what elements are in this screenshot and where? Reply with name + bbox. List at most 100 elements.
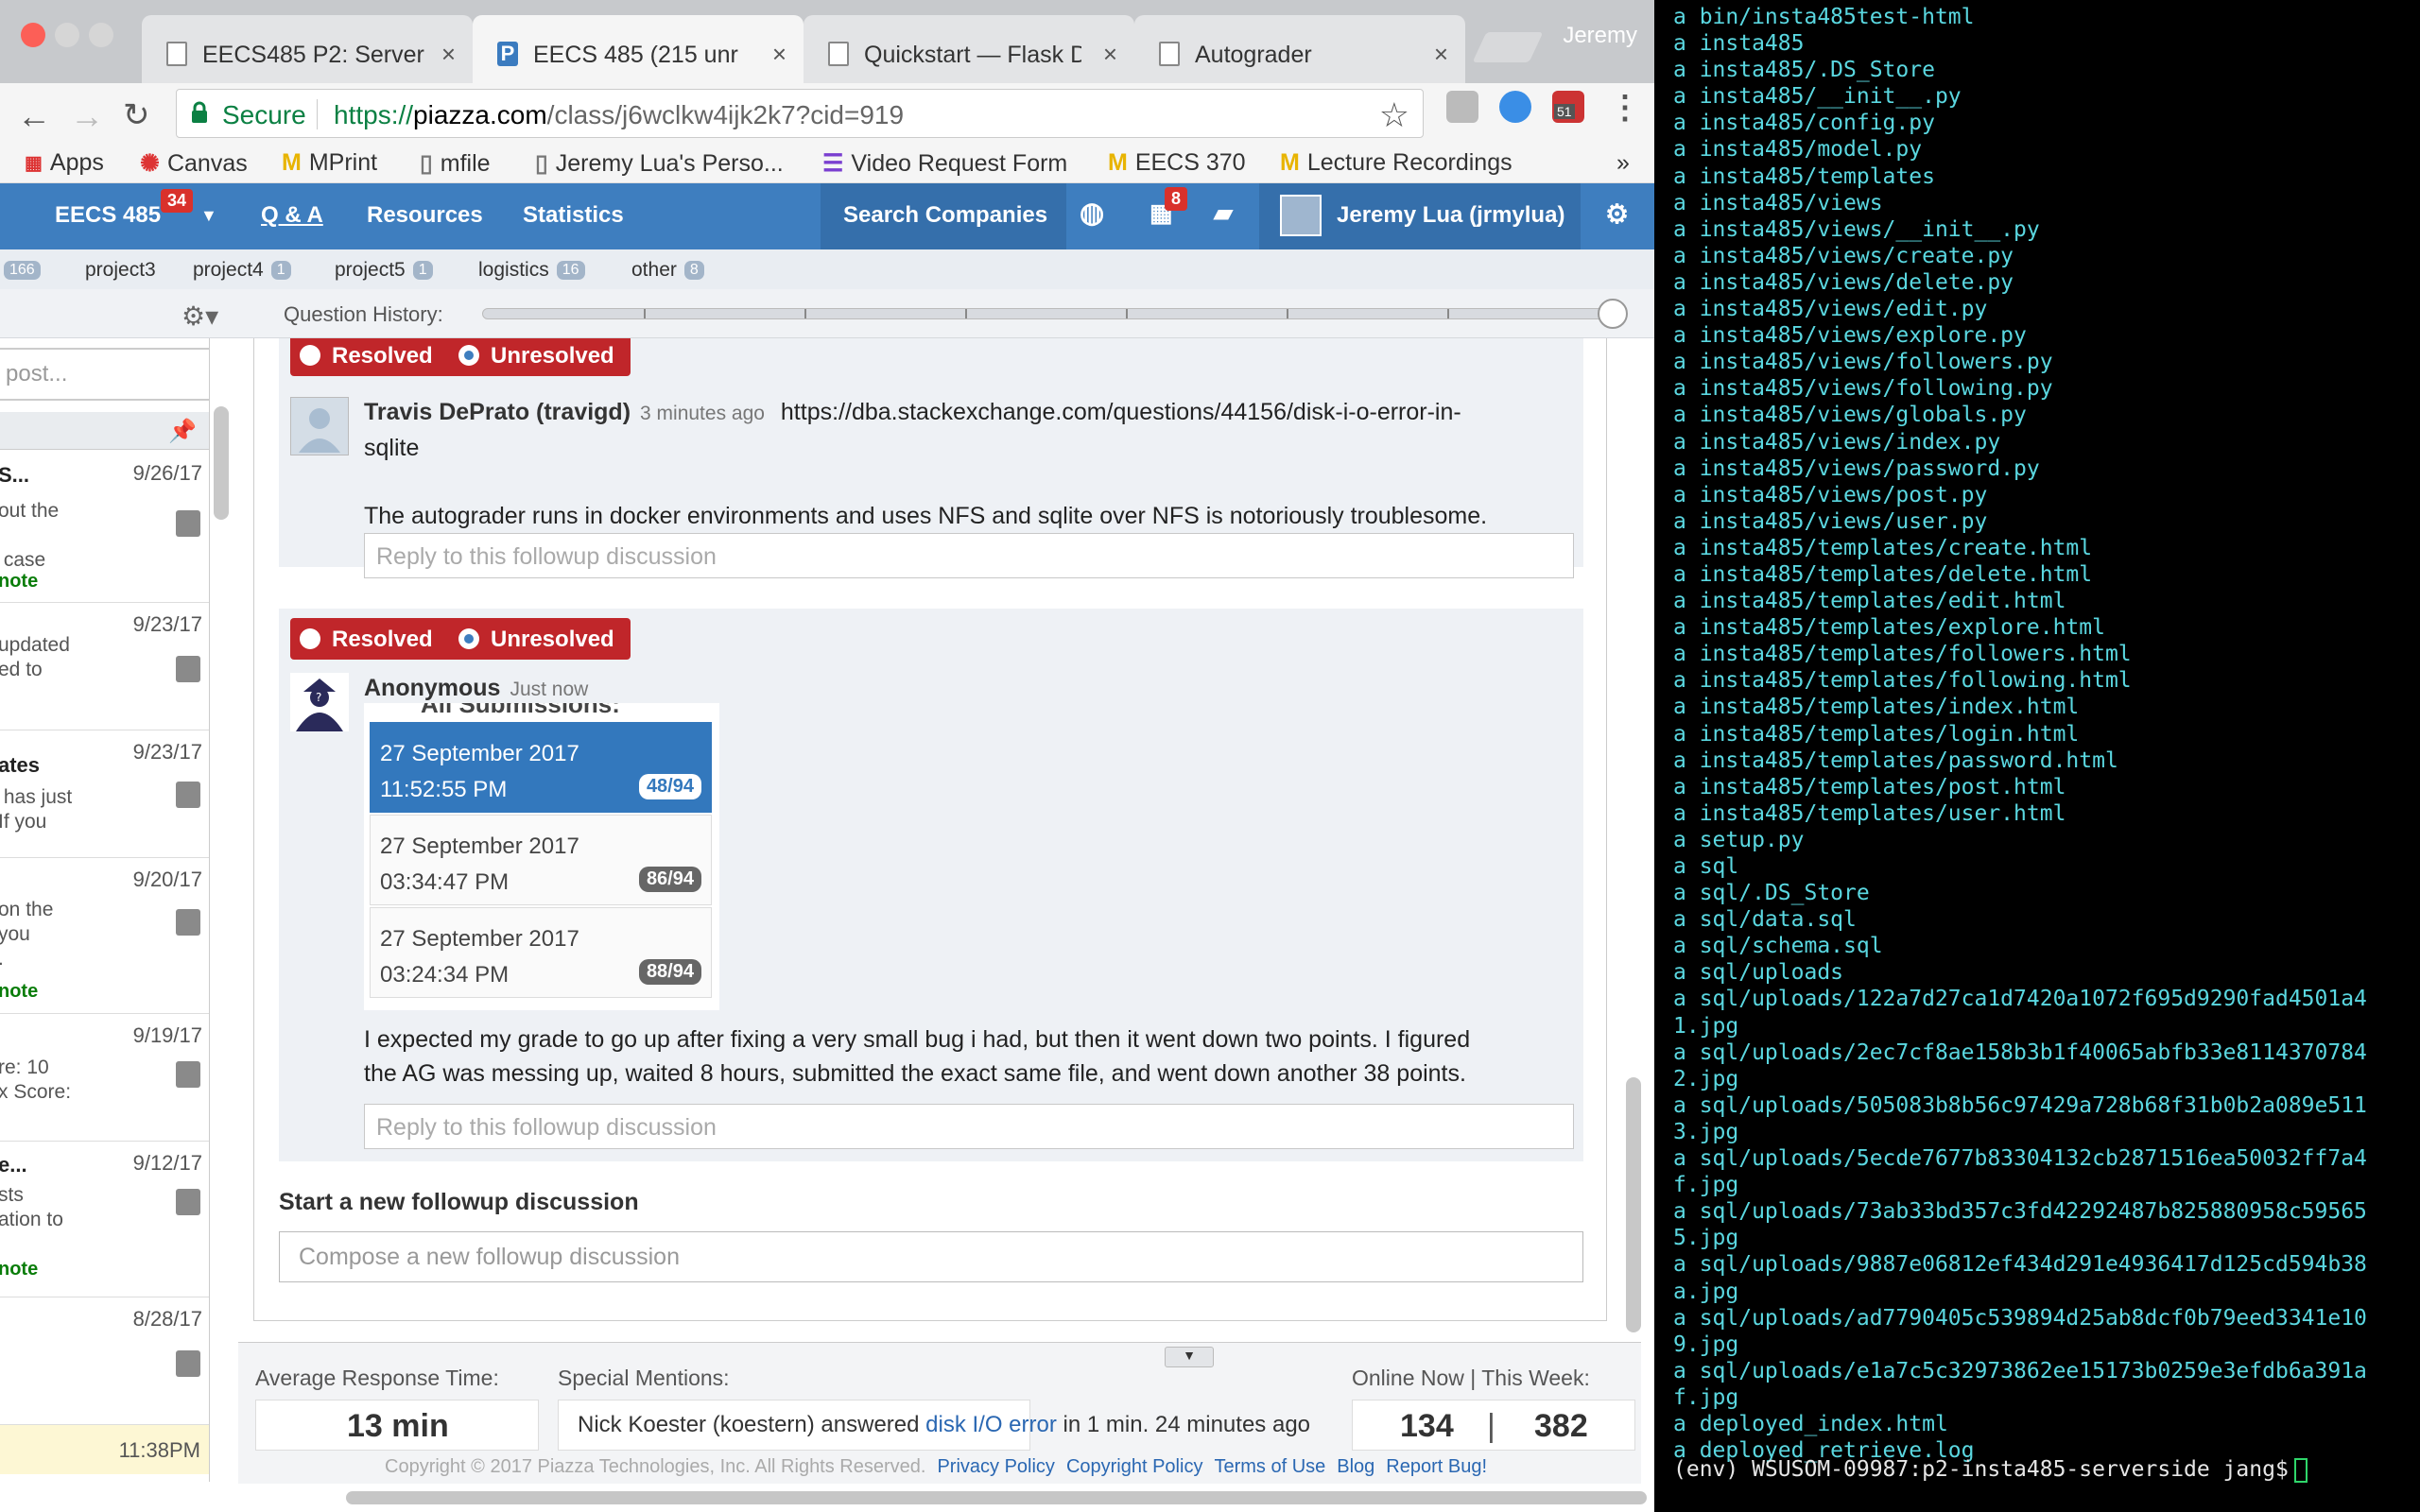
chevron-down-icon[interactable]: ▼ xyxy=(200,206,217,226)
bookmarks-overflow-button[interactable]: » xyxy=(1616,149,1630,177)
feed-item[interactable]: 9/23/17 updated ed to xyxy=(0,603,209,730)
question-history-slider[interactable] xyxy=(482,308,1615,319)
horizontal-scrollbar[interactable] xyxy=(346,1491,1647,1504)
mention-link[interactable]: disk I/O error xyxy=(925,1412,1057,1437)
content-scrollbar[interactable] xyxy=(1626,1077,1641,1332)
nav-statistics[interactable]: Statistics xyxy=(523,202,624,229)
feed-item-snippet: sts ation to xyxy=(0,1184,63,1230)
feed-item[interactable]: 9/19/17 re: 10 x Score: xyxy=(0,1014,209,1142)
terminal-line: a sql/uploads/73ab33bd357c3fd42292487b82… xyxy=(1673,1199,2367,1225)
zoom-window-button[interactable] xyxy=(89,23,113,47)
terminal-window[interactable]: a bin/insta485test-html a insta485 a insta… xyxy=(1654,0,2420,1512)
close-icon[interactable]: × xyxy=(1434,40,1448,69)
bookmark-mprint[interactable]: M MPrint xyxy=(282,149,377,177)
class-dropdown[interactable]: EECS 485 xyxy=(55,202,161,229)
feed-scrollbar[interactable] xyxy=(214,406,229,520)
document-icon xyxy=(828,42,849,66)
tab-flask-quickstart[interactable]: Quickstart — Flask D × xyxy=(804,15,1134,83)
privacy-policy-link[interactable]: Privacy Policy xyxy=(937,1456,1054,1477)
copyright-policy-link[interactable]: Copyright Policy xyxy=(1066,1456,1203,1477)
unresolved-radio[interactable] xyxy=(458,345,479,366)
apps-grid-icon: ▦ xyxy=(25,153,43,174)
extension-k-icon[interactable] xyxy=(1446,91,1478,123)
bookmark-eecs370[interactable]: M EECS 370 xyxy=(1108,149,1246,177)
feed-item[interactable]: 8/28/17 xyxy=(0,1297,209,1425)
search-companies-button[interactable]: Search Companies xyxy=(821,183,1066,249)
bookmark-mfile[interactable]: ▯ mfile xyxy=(420,149,491,178)
special-mentions-label: Special Mentions: xyxy=(558,1366,730,1390)
terminal-prompt-line[interactable]: (env) WSUSOM-09987:p2-insta485-serversid… xyxy=(1673,1457,2308,1483)
chat-extension-icon[interactable] xyxy=(1499,91,1531,123)
terms-link[interactable]: Terms of Use xyxy=(1214,1456,1325,1477)
settings-gear-icon[interactable]: ⚙ xyxy=(1605,198,1629,230)
url-text[interactable]: https://piazza.com/class/j6wclkw4ijk2k7?… xyxy=(334,100,904,130)
bookmark-jeremy-personal[interactable]: ▯ Jeremy Lua's Perso... xyxy=(535,149,784,178)
chat-icon[interactable]: ▰ xyxy=(1214,198,1233,228)
feed-item[interactable]: S... 9/26/17 out the case note xyxy=(0,452,209,603)
minimize-window-button[interactable] xyxy=(55,23,79,47)
terminal-line: a deployed_index.html xyxy=(1673,1411,1948,1436)
bookmark-canvas[interactable]: ✺ Canvas xyxy=(140,149,248,178)
terminal-line: a insta485 xyxy=(1673,31,1805,57)
folder-logistics[interactable]: logistics 16 xyxy=(478,259,585,282)
terminal-line: a setup.py xyxy=(1673,827,1805,852)
user-menu[interactable]: Jeremy Lua (jrmylua) xyxy=(1259,183,1581,249)
globe-icon[interactable]: ◍ xyxy=(1080,197,1104,230)
address-bar[interactable]: Secure https://piazza.com/class/j6wclkw4… xyxy=(176,89,1424,138)
nav-qa[interactable]: Q & A xyxy=(261,202,323,229)
followup-text: The autograder runs in docker environmen… xyxy=(364,503,1488,529)
reload-icon[interactable]: ↻ xyxy=(123,96,150,134)
resolved-toggle[interactable]: Resolved Unresolved xyxy=(290,338,631,376)
pin-icon[interactable]: 📌 xyxy=(168,418,197,445)
unresolved-radio[interactable] xyxy=(458,628,479,649)
tab-piazza[interactable]: P EECS 485 (215 unr × xyxy=(473,15,804,83)
resolved-toggle[interactable]: Resolved Unresolved xyxy=(290,618,631,660)
close-window-button[interactable] xyxy=(21,23,45,47)
folder-project4[interactable]: project4 1 xyxy=(193,259,291,282)
feed-settings-gear-icon[interactable]: ⚙▾ xyxy=(182,301,218,332)
bookmark-apps[interactable]: ▦ Apps xyxy=(25,149,104,177)
bookmark-star-icon[interactable]: ☆ xyxy=(1379,95,1409,135)
bookmark-video-request[interactable]: ☰ Video Request Form xyxy=(822,149,1067,178)
nav-resources[interactable]: Resources xyxy=(367,202,483,229)
profile-name[interactable]: Jeremy xyxy=(1563,23,1637,49)
chevron-down-icon[interactable]: ▼ xyxy=(1165,1347,1214,1367)
question-history-label: Question History: xyxy=(284,302,443,326)
folder-count: 166 xyxy=(4,261,41,281)
slider-thumb[interactable] xyxy=(1598,299,1628,329)
close-icon[interactable]: × xyxy=(772,40,786,69)
reply-input[interactable]: Reply to this followup discussion xyxy=(364,533,1574,578)
reply-input[interactable]: Reply to this followup discussion xyxy=(364,1104,1574,1149)
folder-project5[interactable]: project5 1 xyxy=(335,259,433,282)
terminal-line: a insta485/views/followers.py xyxy=(1673,350,2053,375)
resolved-radio[interactable] xyxy=(300,345,320,366)
feed-item[interactable]: ates 9/23/17 has just If you xyxy=(0,730,209,858)
report-bug-link[interactable]: Report Bug! xyxy=(1386,1456,1487,1477)
feed-search-input[interactable]: post... xyxy=(0,348,209,401)
tab-autograder[interactable]: Autograder × xyxy=(1134,15,1465,83)
forward-arrow-icon[interactable]: → xyxy=(70,96,104,136)
close-icon[interactable]: × xyxy=(1103,40,1117,69)
compose-followup-input[interactable]: Compose a new followup discussion xyxy=(279,1231,1583,1282)
bookmark-lecture-recordings[interactable]: M Lecture Recordings xyxy=(1280,149,1512,177)
slider-tick xyxy=(1447,309,1449,318)
menu-kebab-icon[interactable]: ⋮ xyxy=(1609,89,1641,127)
feed-item[interactable]: 9/20/17 on the you . note xyxy=(0,858,209,1014)
folder-project3[interactable]: project3 xyxy=(85,259,156,282)
terminal-line: 5.jpg xyxy=(1673,1226,1739,1251)
blog-link[interactable]: Blog xyxy=(1337,1456,1374,1477)
terminal-line: a sql/uploads/ad7790405c539894d25ab8dcf0… xyxy=(1673,1305,2367,1331)
folder-all[interactable]: 166 xyxy=(4,259,41,282)
separator: | xyxy=(1470,1366,1477,1390)
terminal-line: a insta485/templates/create.html xyxy=(1673,535,2093,560)
feed-item-highlighted[interactable]: 11:38PM xyxy=(0,1425,209,1474)
new-tab-button[interactable] xyxy=(1472,32,1544,62)
tab-eecs485-p2[interactable]: EECS485 P2: Server × xyxy=(142,15,473,83)
extension-badge-icon[interactable]: 51 xyxy=(1552,91,1584,123)
followup-link[interactable]: https://dba.stackexchange.com/questions/… xyxy=(781,399,1461,425)
feed-item[interactable]: e... 9/12/17 sts ation to note xyxy=(0,1142,209,1297)
resolved-radio[interactable] xyxy=(300,628,320,649)
close-icon[interactable]: × xyxy=(441,40,456,69)
folder-other[interactable]: other 8 xyxy=(631,259,704,282)
back-arrow-icon[interactable]: ← xyxy=(17,96,51,136)
